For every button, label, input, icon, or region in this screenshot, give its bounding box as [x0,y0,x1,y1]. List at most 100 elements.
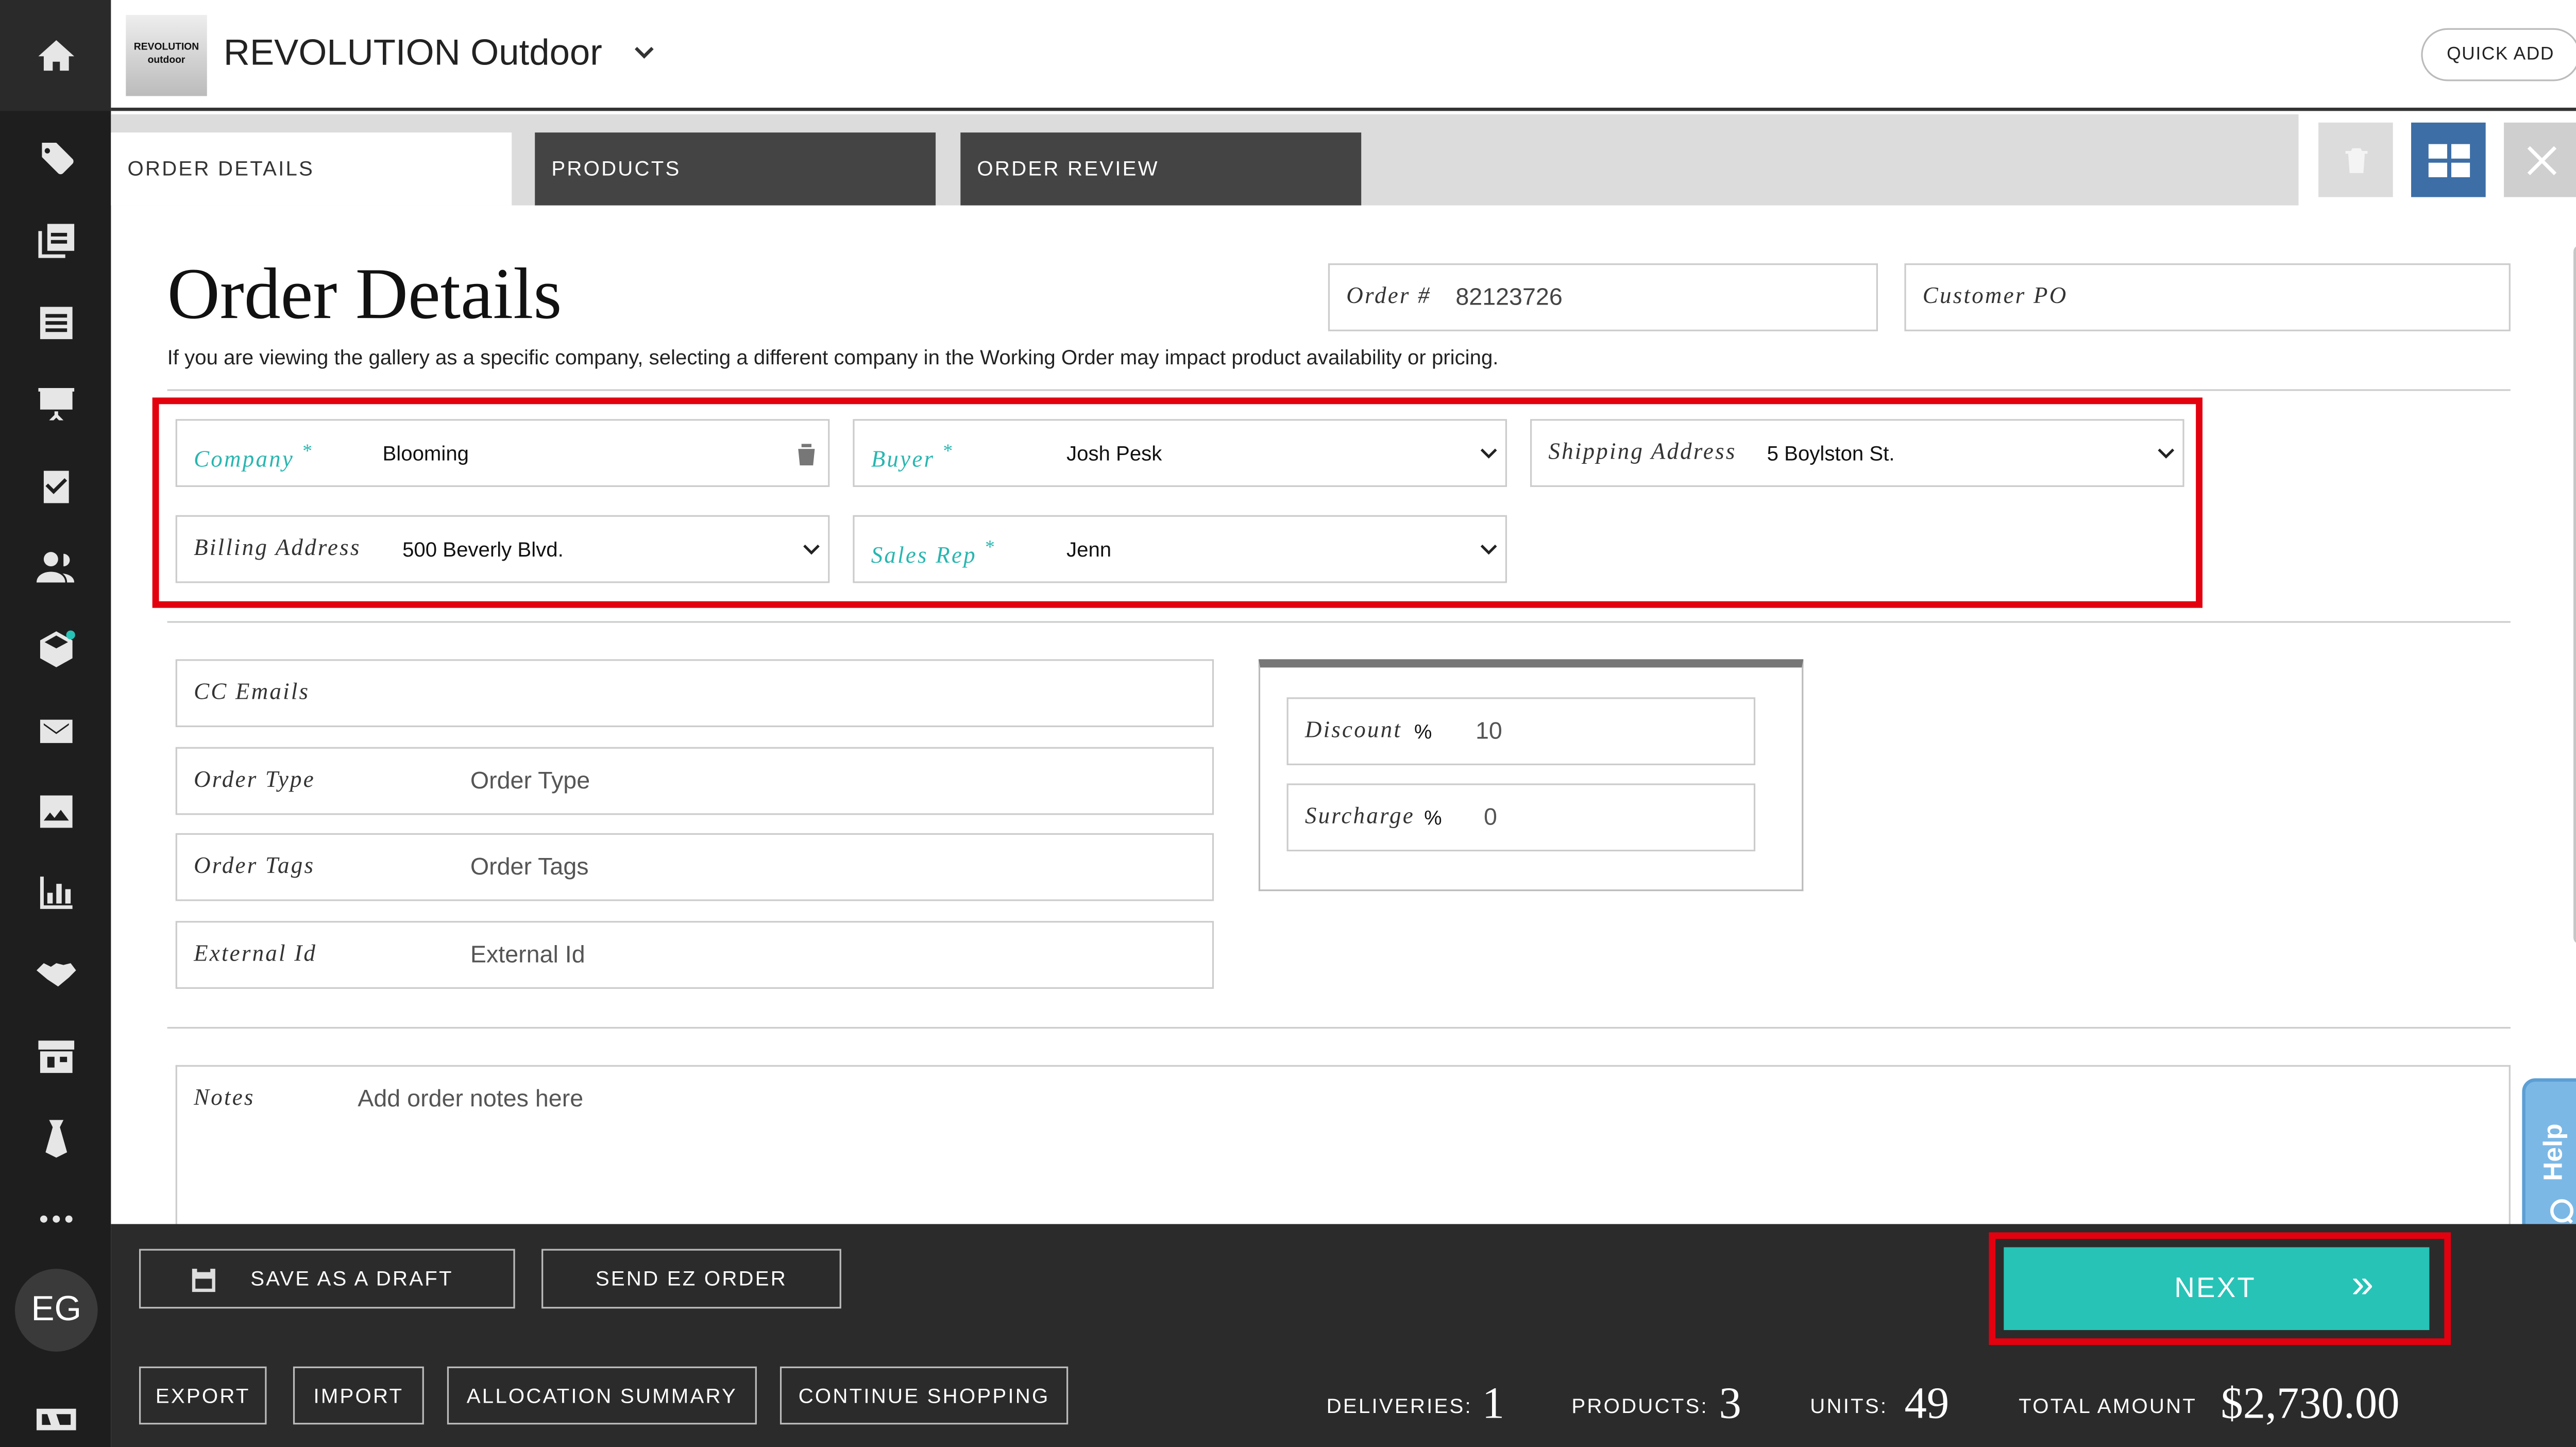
quick-add-button[interactable]: QUICK ADD [2421,28,2576,81]
external-id-label: External Id [194,942,317,968]
shipping-address-label: Shipping Address [1548,441,1737,466]
avatar[interactable]: EG [14,1269,98,1352]
chevron-down-icon [1480,544,1497,555]
next-button[interactable]: NEXT » [2004,1247,2430,1331]
mail-icon[interactable] [0,697,111,764]
units-count: 49 [1904,1378,1950,1428]
total-amount-label: TOTAL AMOUNT [2019,1394,2197,1418]
company-field[interactable]: Company * Blooming [175,419,830,487]
tab-bar: ORDER DETAILS PRODUCTS ORDER REVIEW [111,114,2299,206]
chevron-down-icon [1480,448,1497,459]
billing-address-value: 500 Beverly Blvd. [402,538,564,562]
catalog-icon[interactable] [0,209,111,275]
chat-icon [2550,1199,2574,1224]
surcharge-label: Surcharge [1304,805,1415,830]
allocation-summary-button[interactable]: ALLOCATION SUMMARY [447,1366,757,1425]
total-amount-value: $2,730.00 [2221,1378,2400,1428]
close-button[interactable] [2504,122,2576,197]
save-as-draft-button[interactable]: SAVE AS A DRAFT [139,1249,515,1309]
divider [167,1027,2511,1029]
tie-icon[interactable] [0,1105,111,1171]
notes-field[interactable]: Notes Add order notes here [175,1065,2511,1231]
list-icon[interactable] [0,290,111,357]
box-icon[interactable] [0,616,111,683]
customer-po-field[interactable]: Customer PO [1904,263,2511,331]
store-icon[interactable] [0,1023,111,1090]
external-id-field[interactable]: External Id External Id [175,921,1214,989]
sales-rep-select[interactable]: Sales Rep * Jenn [853,515,1507,583]
import-button[interactable]: IMPORT [293,1366,424,1425]
users-icon[interactable] [0,535,111,601]
products-count: 3 [1719,1378,1741,1428]
external-id-placeholder: External Id [470,942,585,969]
billing-address-select[interactable]: Billing Address 500 Beverly Blvd. [175,515,830,583]
image-icon[interactable] [0,779,111,845]
deliveries-count: 1 [1482,1378,1505,1428]
tab-order-details[interactable]: ORDER DETAILS [111,132,512,206]
discount-label: Discount [1304,719,1402,744]
company-label: Company * [194,441,313,474]
trash-icon [2344,147,2367,173]
order-number-value: 82123726 [1455,284,1563,312]
billing-address-label: Billing Address [194,536,361,562]
products-label: PRODUCTS: [1571,1394,1708,1418]
pricing-adjustments-panel [1258,659,1804,891]
home-icon[interactable] [0,0,111,111]
app-header: REVOLUTION outdoor REVOLUTION Outdoor QU… [111,0,2576,111]
more-icon[interactable] [0,1186,111,1252]
discount-unit: % [1414,720,1432,744]
chevron-down-icon [2158,448,2175,459]
order-type-field[interactable]: Order Type Order Type [175,747,1214,815]
deliveries-label: DELIVERIES: [1326,1394,1472,1418]
order-tags-field[interactable]: Order Tags Order Tags [175,833,1214,901]
tab-order-review[interactable]: ORDER REVIEW [960,132,1362,206]
notes-placeholder: Add order notes here [358,1086,584,1114]
buyer-select[interactable]: Buyer * Josh Pesk [853,419,1507,487]
divider [167,621,2511,623]
cc-emails-label: CC Emails [194,681,310,706]
order-tags-placeholder: Order Tags [470,854,589,882]
surcharge-unit: % [1424,806,1442,830]
page-subtitle: If you are viewing the gallery as a spec… [167,346,1499,369]
units-label: UNITS: [1810,1394,1888,1418]
window-icon[interactable] [0,1386,111,1447]
chevron-down-icon[interactable] [631,40,657,66]
help-label: Help [2540,1123,2569,1181]
grid-view-button[interactable] [2411,122,2486,197]
surcharge-value: 0 [1484,805,1497,832]
sales-rep-value: Jenn [1066,538,1112,562]
tab-products[interactable]: PRODUCTS [535,132,936,206]
handshake-icon[interactable] [0,941,111,1007]
cc-emails-field[interactable]: CC Emails [175,659,1214,728]
shipping-address-select[interactable]: Shipping Address 5 Boylston St. [1530,419,2184,487]
chart-icon[interactable] [0,860,111,926]
send-ez-order-button[interactable]: SEND EZ ORDER [541,1249,841,1309]
company-switcher-label[interactable]: REVOLUTION Outdoor [224,31,602,75]
discount-field[interactable]: Discount % 10 [1286,697,1756,766]
order-number-label: Order # [1346,284,1431,310]
surcharge-field[interactable]: Surcharge % 0 [1286,783,1756,852]
double-chevron-right-icon: » [2351,1262,2376,1307]
discount-value: 10 [1475,719,1502,746]
presentation-icon[interactable] [0,371,111,438]
order-number-field[interactable]: Order # 82123726 [1328,263,1878,331]
order-type-placeholder: Order Type [470,768,590,795]
export-button[interactable]: EXPORT [139,1366,267,1425]
close-icon [2527,145,2556,175]
divider [167,389,2511,391]
delete-order-button[interactable] [2318,122,2393,197]
lock-icon [798,444,815,466]
notes-label: Notes [194,1086,255,1112]
buyer-label: Buyer * [871,441,954,474]
scrollbar-thumb[interactable] [2573,245,2576,945]
tag-icon[interactable] [0,128,111,194]
sales-rep-label: Sales Rep * [871,536,996,569]
company-value: Blooming [382,442,469,466]
checklist-icon[interactable] [0,454,111,520]
continue-shopping-button[interactable]: CONTINUE SHOPPING [779,1366,1069,1425]
order-tags-label: Order Tags [194,854,315,880]
page-title: Order Details [167,253,562,335]
customer-po-label: Customer PO [1922,284,2068,310]
order-type-label: Order Type [194,768,315,794]
buyer-value: Josh Pesk [1066,442,1162,466]
